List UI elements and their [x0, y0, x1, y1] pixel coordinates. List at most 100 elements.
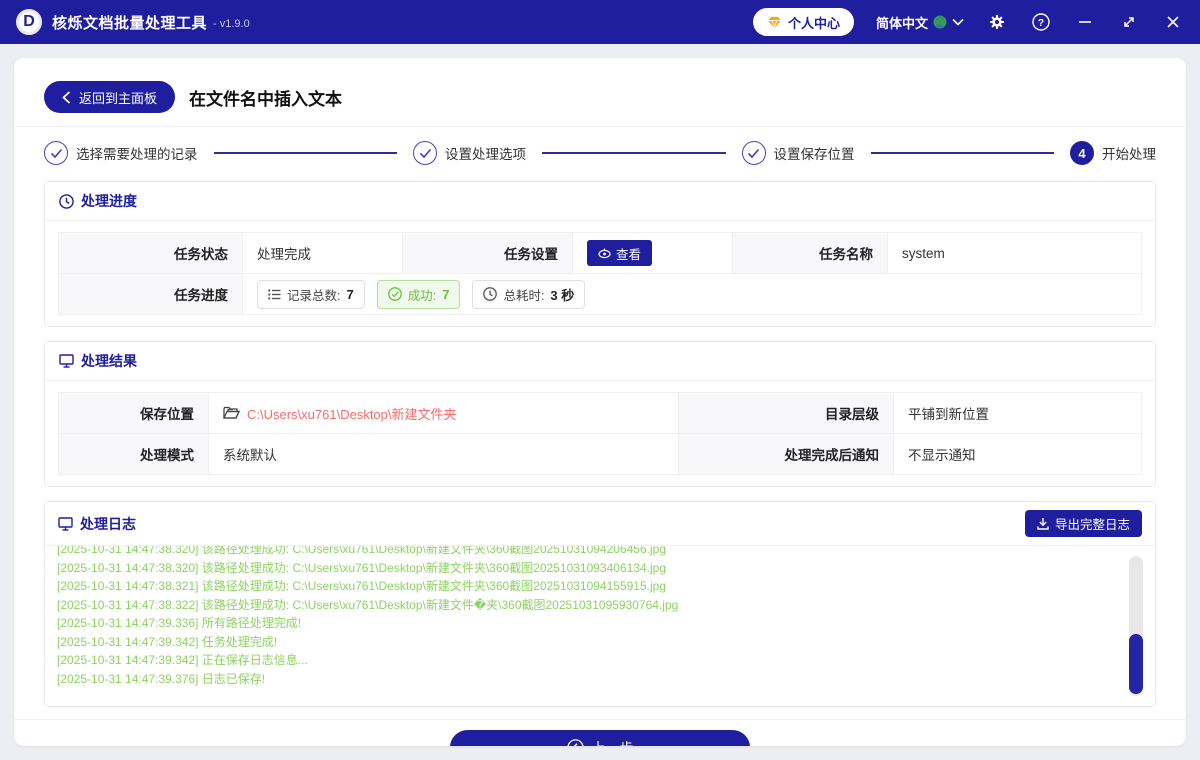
- process-mode-label: 处理模式: [59, 434, 209, 474]
- svg-text:?: ?: [1038, 17, 1044, 29]
- step-select-records: 选择需要处理的记录: [44, 141, 198, 165]
- progress-badges: 记录总数: 7 成功: 7 总耗时: 3 秒: [257, 279, 586, 309]
- gem-icon: [767, 16, 782, 29]
- elapsed-time-label: 总耗时:: [503, 288, 545, 303]
- chevron-left-icon: [62, 90, 71, 104]
- check-circle-icon: [387, 287, 402, 301]
- step-connector: [870, 152, 1054, 154]
- task-settings-value: 查看: [573, 233, 733, 273]
- back-button-label: 返回到主面板: [79, 90, 158, 106]
- view-icon: [598, 248, 611, 259]
- save-location-value: C:\Users\xu761\Desktop\新建文件夹: [209, 393, 679, 433]
- folder-icon: [223, 406, 240, 420]
- result-section-title: 处理结果: [81, 353, 137, 369]
- user-center-button[interactable]: 个人中心: [752, 8, 854, 36]
- process-mode-value: 系统默认: [209, 434, 679, 474]
- monitor-icon: [58, 516, 73, 531]
- log-section-header: 处理日志 导出完整日志: [45, 502, 1155, 546]
- table-row: 保存位置 C:\Users\xu761\Desktop\新建文件夹 目录层级 平…: [59, 393, 1141, 434]
- log-line: [2025-10-31 14:47:38.322] 该路径处理成功: C:\Us…: [57, 597, 679, 612]
- notify-label: 处理完成后通知: [679, 434, 894, 474]
- log-line: [2025-10-31 14:47:39.336] 所有路径处理完成!: [57, 616, 302, 630]
- clock-icon: [59, 193, 74, 209]
- app-version: - v1.9.0: [213, 17, 250, 30]
- result-section: 处理结果 保存位置 C:\Users\xu761\Desktop\新建文件夹 目…: [44, 341, 1156, 487]
- log-section: 处理日志 导出完整日志 [2025-10-31 14:47:38.320] 该路…: [44, 501, 1156, 707]
- elapsed-time-value: 3 秒: [550, 287, 575, 303]
- step-check-icon: [741, 141, 766, 165]
- settings-button[interactable]: [986, 11, 1008, 33]
- success-value: 7: [442, 286, 450, 302]
- language-label: 简体中文: [875, 15, 928, 31]
- step-options: 设置处理选项: [413, 141, 526, 165]
- list-icon: [268, 288, 281, 300]
- log-line: [2025-10-31 14:47:39.342] 正在保存日志信息...: [57, 653, 308, 667]
- progress-section: 处理进度 任务状态 处理完成 任务设置 查看 任务名称 system 任务进度 …: [44, 181, 1156, 327]
- log-scrollbar-thumb[interactable]: [1129, 634, 1143, 694]
- step-label: 开始处理: [1102, 147, 1156, 162]
- footer: 上一步: [44, 720, 1156, 746]
- maximize-button[interactable]: [1118, 11, 1140, 33]
- app-title: 核烁文档批量处理工具: [52, 14, 208, 32]
- page-header: 返回到主面板 在文件名中插入文本: [44, 80, 1156, 114]
- table-row: 任务状态 处理完成 任务设置 查看 任务名称 system: [59, 233, 1141, 274]
- view-settings-button[interactable]: 查看: [587, 240, 653, 266]
- task-progress-value: 记录总数: 7 成功: 7 总耗时: 3 秒: [243, 274, 1141, 314]
- gear-icon: [988, 13, 1006, 31]
- log-scrollbar-track[interactable]: [1129, 556, 1143, 696]
- step-label: 选择需要处理的记录: [76, 147, 198, 162]
- log-line: [2025-10-31 14:47:39.376] 日志已保存!: [57, 671, 266, 686]
- table-row: 处理模式 系统默认 处理完成后通知 不显示通知: [59, 434, 1141, 474]
- close-icon: [1166, 15, 1180, 29]
- step-connector: [542, 152, 726, 154]
- success-badge: 成功: 7: [376, 279, 461, 309]
- save-location-label: 保存位置: [59, 393, 209, 433]
- monitor-icon: [59, 354, 74, 368]
- step-check-icon: [413, 141, 437, 165]
- log-section-title: 处理日志: [80, 515, 136, 532]
- task-progress-label: 任务进度: [59, 274, 243, 314]
- success-label: 成功:: [407, 288, 437, 303]
- clock-icon: [483, 287, 498, 301]
- help-button[interactable]: ?: [1030, 11, 1052, 33]
- step-start-processing: 4 开始处理: [1070, 141, 1156, 165]
- dir-level-value: 平铺到新位置: [908, 407, 989, 422]
- task-status-value: 处理完成: [243, 233, 403, 273]
- view-button-label: 查看: [616, 247, 642, 262]
- previous-step-button[interactable]: 上一步: [450, 730, 750, 746]
- task-name-label: 任务名称: [733, 233, 888, 273]
- task-status-label: 任务状态: [59, 233, 243, 273]
- step-number-badge: 4: [1070, 141, 1094, 165]
- step-check-icon: [44, 141, 68, 165]
- dir-level-label: 目录层级: [679, 393, 894, 433]
- stepper: 选择需要处理的记录 设置处理选项 设置保存位置 4 开始处理: [44, 141, 1156, 165]
- progress-table: 任务状态 处理完成 任务设置 查看 任务名称 system 任务进度 记录总数:…: [58, 232, 1142, 315]
- close-button[interactable]: [1162, 11, 1184, 33]
- titlebar-actions: 个人中心 简体中文 ?: [752, 8, 1184, 36]
- log-viewport[interactable]: [2025-10-31 14:47:38.320] 该路径处理成功: C:\Us…: [45, 546, 1155, 706]
- result-table: 保存位置 C:\Users\xu761\Desktop\新建文件夹 目录层级 平…: [58, 392, 1142, 475]
- log-line: [2025-10-31 14:47:38.321] 该路径处理成功: C:\Us…: [57, 579, 667, 593]
- save-location-link[interactable]: C:\Users\xu761\Desktop\新建文件夹: [223, 404, 457, 423]
- task-settings-label: 任务设置: [403, 233, 573, 273]
- user-center-label: 个人中心: [787, 15, 840, 31]
- minimize-icon: [1078, 15, 1092, 29]
- log-line: [2025-10-31 14:47:39.342] 任务处理完成!: [57, 634, 278, 649]
- table-row: 任务进度 记录总数: 7 成功: 7 总耗时: 3 秒: [59, 274, 1141, 314]
- globe-icon: [933, 15, 947, 29]
- maximize-icon: [1122, 15, 1136, 29]
- step-label: 设置处理选项: [445, 147, 526, 162]
- main-panel: 返回到主面板 在文件名中插入文本 选择需要处理的记录 设置处理选项 设置保存位置…: [14, 58, 1186, 746]
- language-selector[interactable]: 简体中文: [876, 13, 964, 32]
- log-line: [2025-10-31 14:47:38.320] 该路径处理成功: C:\Us…: [57, 546, 667, 556]
- elapsed-time-badge: 总耗时: 3 秒: [472, 279, 586, 309]
- back-to-dashboard-button[interactable]: 返回到主面板: [44, 81, 176, 113]
- arrow-left-circle-icon: [566, 739, 584, 746]
- total-records-label: 记录总数:: [287, 288, 341, 303]
- task-name-value: system: [902, 245, 945, 261]
- progress-section-title: 处理进度: [81, 193, 137, 209]
- export-log-button[interactable]: 导出完整日志: [1024, 510, 1142, 537]
- app-logo: D: [16, 9, 42, 35]
- minimize-button[interactable]: [1074, 11, 1096, 33]
- save-location-path: C:\Users\xu761\Desktop\新建文件夹: [247, 406, 457, 422]
